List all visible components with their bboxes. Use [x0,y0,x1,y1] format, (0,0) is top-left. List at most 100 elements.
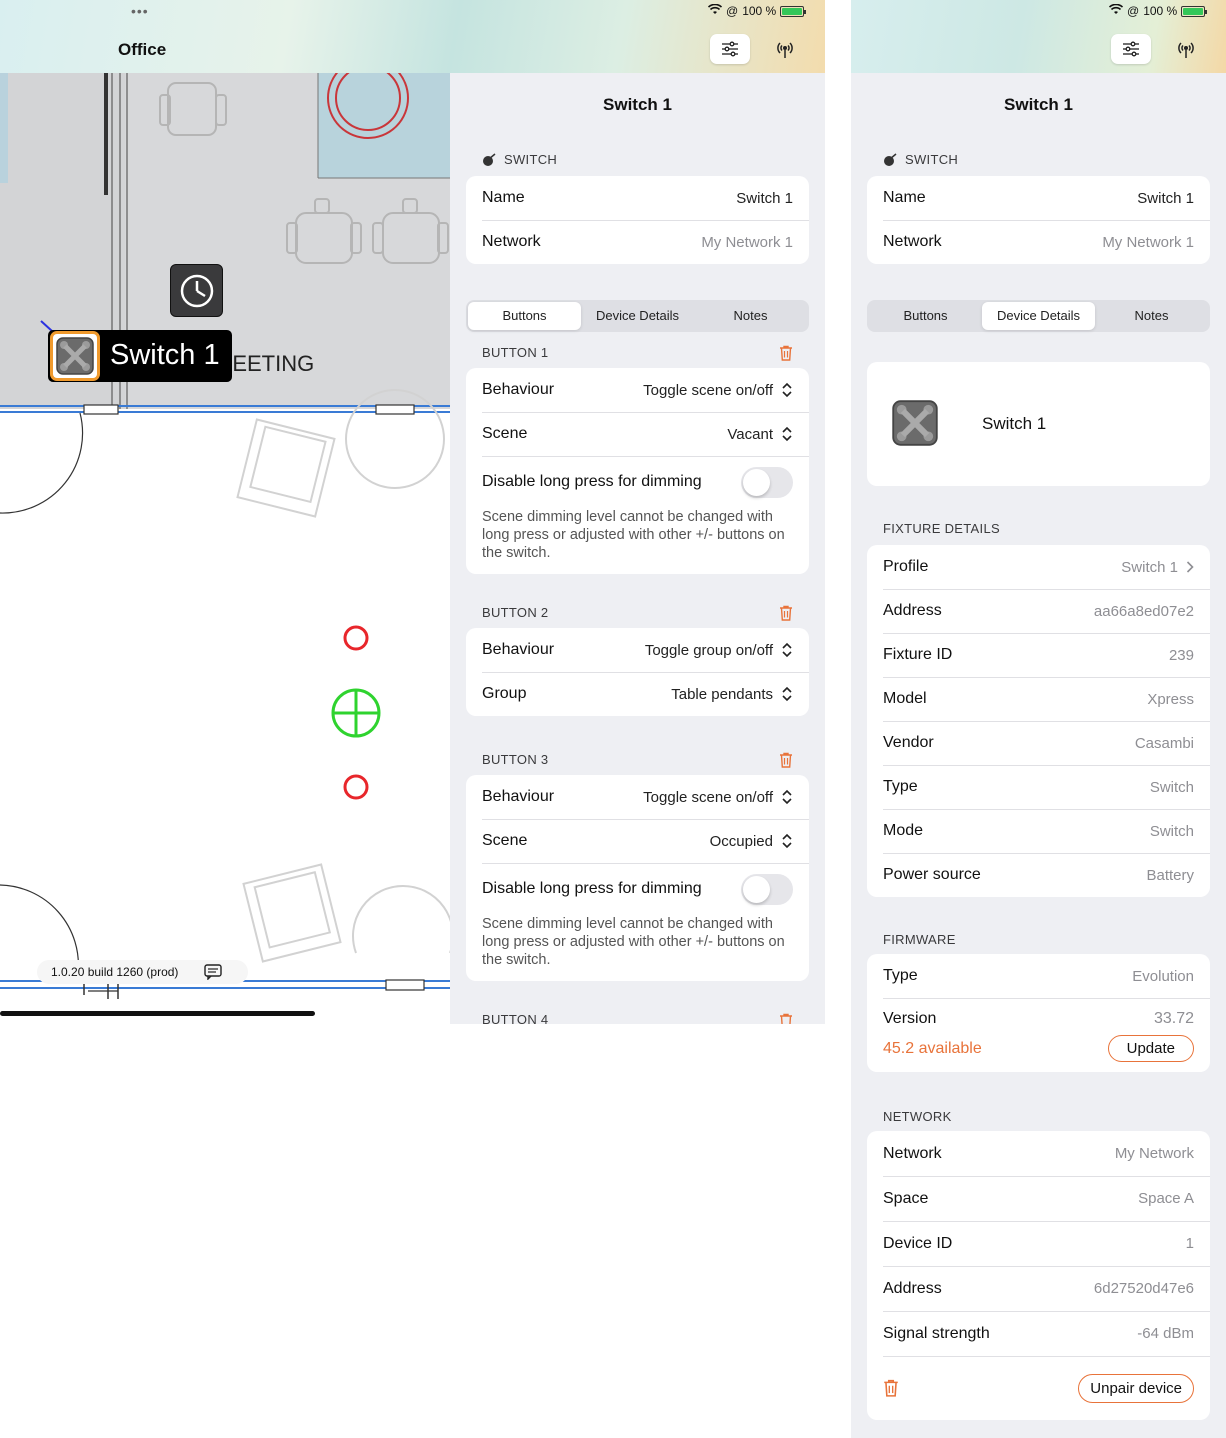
firmware-group: Type Evolution Version 45.2 available 33.… [867,954,1210,1072]
name-value[interactable]: Switch 1 [736,190,793,207]
network-label: Network [883,233,942,250]
antenna-button[interactable] [773,38,797,62]
tab-buttons[interactable]: Buttons [468,302,581,330]
tab-notes[interactable]: Notes [1095,302,1208,330]
unpair-row: Unpair device [867,1356,1210,1420]
name-row[interactable]: Name Switch 1 [466,176,809,220]
battery-percent: 100 % [742,4,777,18]
home-indicator [0,1011,315,1016]
button2-behaviour-row[interactable]: Behaviour Toggle group on/off [466,628,809,672]
row-value: 239 [1168,646,1194,664]
row-value: Switch [1149,822,1194,840]
scene-label: Scene [482,832,528,849]
button1-group: Behaviour Toggle scene on/off Scene Vaca… [466,368,809,574]
row-value: Casambi [1134,734,1194,752]
unpair-device-button[interactable]: Unpair device [1078,1373,1194,1403]
name-row[interactable]: Name Switch 1 [867,176,1210,220]
button3-behaviour-row[interactable]: Behaviour Toggle scene on/off [466,775,809,819]
trash-icon[interactable] [779,752,793,768]
tab-device-details[interactable]: Device Details [581,302,694,330]
version-badge[interactable]: 1.0.20 build 1260 (prod) [37,960,248,984]
row-label: Model [883,690,927,707]
antenna-icon [777,42,793,58]
trash-icon[interactable] [779,1013,793,1024]
chevron-updown-icon [782,789,792,805]
row-label: Type [883,967,918,984]
button2-header: BUTTON 2 [482,605,549,620]
firmware-version-row: Version 45.2 available 33.72 Update [867,998,1210,1072]
status-bar: @ 100 % [1108,3,1208,18]
status-bar: @ 100 % [707,3,807,18]
button3-header: BUTTON 3 [482,752,549,767]
device-card-name: Switch 1 [982,414,1047,433]
tab-device-details[interactable]: Device Details [982,302,1095,330]
multitask-dots[interactable]: ••• [131,3,149,19]
clock-icon [180,274,213,307]
row-value: 1 [1185,1235,1194,1252]
battery-icon [780,5,807,17]
version-value: 33.72 [1153,1010,1194,1027]
button2-group-row[interactable]: Group Table pendants [466,672,809,716]
name-label: Name [883,189,926,206]
disable-dimming-toggle[interactable] [741,873,793,905]
profile-row[interactable]: Profile Switch 1 [867,545,1210,589]
fixture-header: FIXTURE DETAILS [883,521,1000,536]
trash-icon[interactable] [779,345,793,361]
version-label: Version [883,1010,937,1027]
row-value: Space A [1138,1190,1194,1207]
switch-device-frame [50,331,100,381]
top-bar: @ 100 % [851,0,1226,73]
button3-help-text: Scene dimming level cannot be changed wi… [482,916,785,968]
behaviour-value: Toggle scene on/off [643,788,773,806]
scene-value: Occupied [709,832,773,850]
row-label: Device ID [883,1234,953,1252]
switch-type-icon [483,152,496,166]
comment-icon[interactable] [204,964,223,980]
row-label: Mode [883,822,924,839]
button4-header: BUTTON 4 [482,1012,549,1024]
filter-button[interactable] [710,34,750,64]
network-name-row: Network My Network [867,1131,1210,1176]
address-row: Address aa66a8ed07e2 [867,589,1210,633]
timer-device[interactable] [170,264,223,317]
wifi-icon [707,3,723,18]
top-bar: ••• @ 100 % Office [0,0,825,73]
row-label: Address [883,1279,942,1297]
tab-buttons[interactable]: Buttons [869,302,982,330]
disable-dimming-label: Disable long press for dimming [482,473,702,490]
group-label: Group [482,685,527,702]
firmware-header: FIRMWARE [883,932,956,947]
floor-plan[interactable]: MEETING Switch 1 1.0.20 build 1260 (prod… [0,73,450,1024]
row-value: Battery [1146,866,1194,884]
button1-scene-row[interactable]: Scene Vacant [466,412,809,456]
button3-scene-row[interactable]: Scene Occupied [466,819,809,863]
disable-dimming-label: Disable long press for dimming [482,880,702,897]
button1-help-text: Scene dimming level cannot be changed wi… [482,509,785,561]
disable-dimming-toggle[interactable] [741,466,793,498]
button3-group: Behaviour Toggle scene on/off Scene Occu… [466,775,809,981]
filter-button[interactable] [1111,34,1151,64]
signal-strength-row: Signal strength -64 dBm [867,1311,1210,1356]
switch-section-header: SWITCH [482,152,557,167]
tab-notes[interactable]: Notes [694,302,807,330]
button3-disable-row: Disable long press for dimming [466,863,809,915]
vendor-row: Vendor Casambi [867,721,1210,765]
switch-icon [56,337,94,375]
selected-switch-device[interactable]: Switch 1 [48,330,232,382]
row-label: Space [883,1189,929,1207]
trash-icon[interactable] [779,605,793,621]
floor-plan-drawing [0,73,450,999]
behaviour-label: Behaviour [482,788,555,805]
name-value[interactable]: Switch 1 [1137,190,1194,207]
trash-icon[interactable] [883,1379,899,1397]
identity-group: Name Switch 1 Network My Network 1 [466,176,809,264]
chevron-right-icon [1186,561,1194,573]
antenna-button[interactable] [1174,38,1198,62]
group-value: Table pendants [671,685,773,703]
button1-behaviour-row[interactable]: Behaviour Toggle scene on/off [466,368,809,412]
update-button[interactable]: Update [1107,1035,1194,1062]
section-header-text: SWITCH [504,152,558,167]
chevron-updown-icon [782,426,792,442]
section-header-text: SWITCH [905,152,959,167]
behaviour-value: Toggle group on/off [644,641,773,659]
